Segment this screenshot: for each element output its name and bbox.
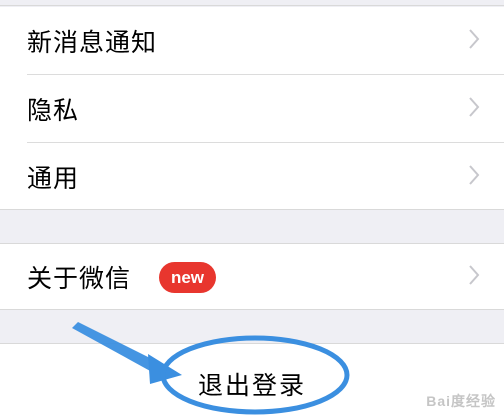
new-badge: new	[159, 262, 216, 293]
row-label: 新消息通知	[27, 28, 158, 57]
chevron-right-icon	[468, 28, 480, 54]
row-label: 隐私	[27, 96, 80, 125]
chevron-right-icon	[468, 96, 480, 122]
row-label: 通用	[27, 164, 80, 193]
chevron-right-icon	[468, 164, 480, 190]
row-general[interactable]: 通用	[0, 143, 504, 211]
settings-group-about: 关于微信 new	[0, 243, 504, 310]
row-privacy[interactable]: 隐私	[0, 75, 504, 143]
chevron-right-icon	[468, 264, 480, 290]
row-new-message-notification[interactable]: 新消息通知	[0, 7, 504, 75]
row-about-wechat[interactable]: 关于微信 new	[0, 244, 504, 310]
row-label: 关于微信	[27, 264, 132, 293]
top-strip	[0, 0, 504, 6]
settings-group-primary: 新消息通知 隐私 通用	[0, 7, 504, 210]
watermark: Bai度经验	[426, 393, 496, 409]
